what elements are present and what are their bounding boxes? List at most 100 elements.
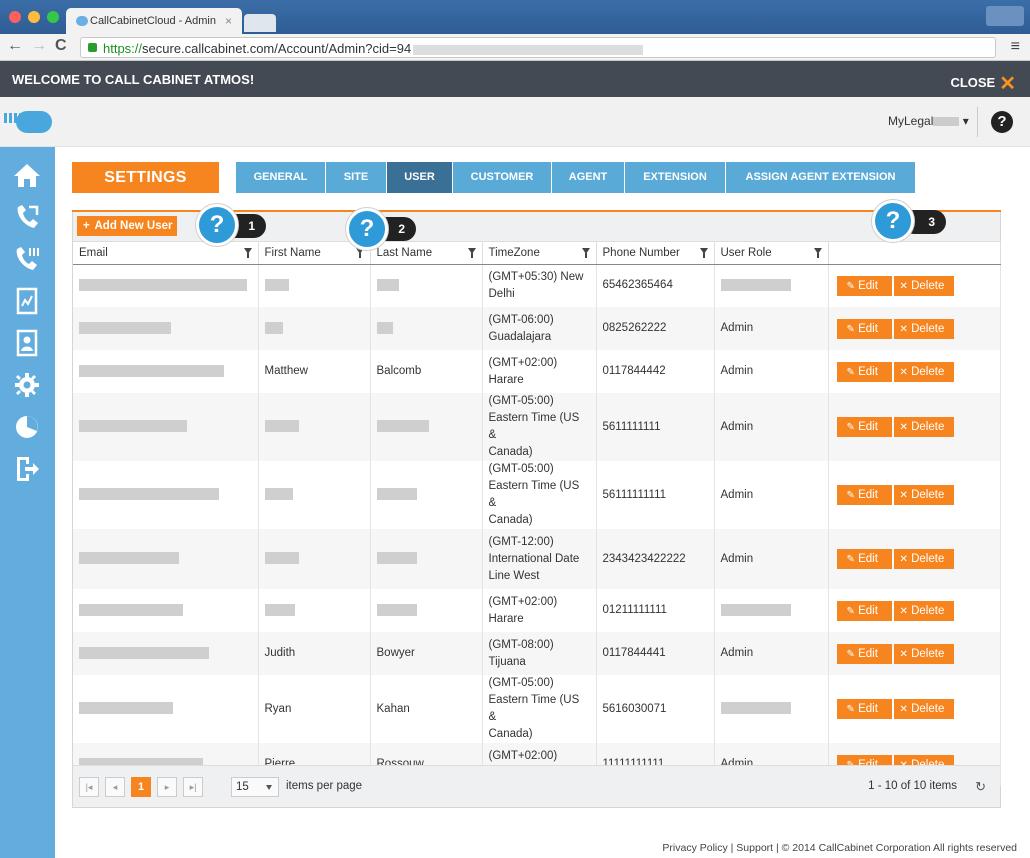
add-new-user-button[interactable]: + Add New User [77,216,177,236]
delete-button[interactable]: ✕ Delete [893,485,954,505]
current-page-button[interactable]: 1 [131,777,151,797]
redacted-role [720,603,791,616]
new-tab-button[interactable] [244,14,276,32]
redacted-last-name [376,603,417,616]
edit-button[interactable]: ✎ Edit [836,318,892,339]
callcabinet-logo[interactable] [4,107,56,135]
delete-button[interactable]: ✕ Delete [893,275,954,296]
prev-page-button[interactable]: ◂ [105,777,125,797]
col-timezone[interactable]: TimeZone [482,242,597,265]
tab-site[interactable]: SITE [326,162,387,193]
tab-user[interactable]: USER [387,162,453,193]
delete-button[interactable]: ✕ Delete [893,699,954,719]
cell-actions: ✎ Edit✕ Delete [828,307,1001,350]
col-timezone-label: TimeZone [488,246,540,259]
question-icon: ? [872,200,914,242]
edit-button[interactable]: ✎ Edit [836,699,892,719]
cell-phone: 01211111111 [596,589,715,632]
edit-button[interactable]: ✎ Edit [836,485,892,505]
reload-icon[interactable]: C [55,37,67,55]
tab-general[interactable]: GENERAL [236,162,326,193]
home-icon[interactable] [12,161,42,189]
edit-button[interactable]: ✎ Edit [836,600,892,621]
next-page-button[interactable]: ▸ [157,777,177,797]
tab-assign-agent-extension[interactable]: ASSIGN AGENT EXTENSION [726,162,916,193]
logout-icon[interactable] [12,455,42,483]
help-button[interactable]: ? [991,111,1013,133]
table-row[interactable]: (GMT-05:00) Eastern Time (US & Canada) 5611… [73,461,1001,529]
address-bar[interactable]: https://secure.callcabinet.com/Account/A… [80,37,996,58]
filter-icon[interactable] [243,248,252,258]
window-profile-button[interactable] [986,6,1024,26]
cell-first-name [258,529,371,589]
redacted-role [720,279,791,292]
back-arrow-icon[interactable]: ← [7,37,23,55]
browser-tab[interactable]: CallCabinetCloud - Admin × [66,8,242,34]
table-row[interactable]: (GMT-12:00) International Date Line West 23… [73,529,1001,589]
pencil-icon: ✎ [846,554,855,565]
refresh-icon[interactable]: ↻ [975,779,986,795]
browser-menu-icon[interactable]: ≡ [1011,38,1020,56]
tab-customer[interactable]: CUSTOMER [453,162,552,193]
table-row[interactable]: Judith Bowyer (GMT-08:00) Tijuana 0117844441… [73,632,1001,675]
filter-icon[interactable] [699,248,708,258]
close-icon: ✕ [899,422,908,433]
users-grid: + Add New User Email First Name Last Nam… [72,212,1001,808]
edit-label: Edit [858,604,878,617]
edit-button[interactable]: ✎ Edit [836,417,892,437]
last-page-button[interactable]: ▸| [183,777,203,797]
edit-label: Edit [858,365,878,378]
tab-agent[interactable]: AGENT [552,162,625,193]
delete-button[interactable]: ✕ Delete [893,361,954,382]
tab-extension[interactable]: EXTENSION [625,162,726,193]
cell-email [73,393,259,461]
table-row[interactable]: Matthew Balcomb (GMT+02:00) Harare 011784444… [73,350,1001,393]
chevron-down-icon: ▾ [962,114,969,128]
edit-button[interactable]: ✎ Edit [836,275,892,296]
user-menu[interactable]: MyLegal ▾ [888,114,969,128]
col-phone-label: Phone Number [602,246,680,259]
delete-button[interactable]: ✕ Delete [893,643,954,664]
phone-calls-icon[interactable] [12,245,42,273]
close-icon: ✕ [899,366,908,378]
close-window-button[interactable] [9,11,21,23]
table-row[interactable]: (GMT-06:00) Guadalajara 0825262222 Admin ✎ E… [73,307,1001,350]
table-row[interactable]: Ryan Kahan (GMT-05:00) Eastern Time (US & Ca… [73,675,1001,743]
filter-icon[interactable] [581,248,590,258]
delete-button[interactable]: ✕ Delete [893,318,954,339]
delete-button[interactable]: ✕ Delete [893,549,954,569]
cell-email [73,350,259,393]
contact-card-icon[interactable] [12,329,42,357]
table-row[interactable]: (GMT+02:00) Harare 01211111111 ✎ Edit ✕ Dele… [73,589,1001,632]
report-icon[interactable] [12,287,42,315]
edit-button[interactable]: ✎ Edit [836,643,892,664]
col-phone-number[interactable]: Phone Number [596,242,715,265]
redacted-last-name [376,279,399,292]
pie-chart-icon[interactable] [12,413,42,441]
filter-icon[interactable] [813,248,822,258]
col-email[interactable]: Email [73,242,259,265]
delete-button[interactable]: ✕ Delete [893,600,954,621]
phone-icon[interactable] [12,203,42,231]
edit-label: Edit [858,553,878,565]
zoom-window-button[interactable] [47,11,59,23]
col-user-role[interactable]: User Role [714,242,829,265]
minimize-window-button[interactable] [28,11,40,23]
forward-arrow-icon[interactable]: → [31,37,47,55]
redacted-email [79,552,179,565]
edit-button[interactable]: ✎ Edit [836,549,892,569]
edit-button[interactable]: ✎ Edit [836,361,892,382]
tab-close-icon[interactable]: × [225,14,232,28]
filter-icon[interactable] [467,248,476,258]
first-page-button[interactable]: |◂ [79,777,99,797]
col-last-name[interactable]: Last Name [370,242,483,265]
delete-button[interactable]: ✕ Delete [893,417,954,437]
delete-label: Delete [911,647,945,660]
table-row[interactable]: (GMT+05:30) New Delhi 65462365464 ✎ Edit ✕ D… [73,264,1001,307]
timezone-line: Eastern Time (US & [488,694,580,723]
timezone-line: Delhi [488,287,515,300]
page-size-select[interactable]: 15 [231,777,279,797]
banner-close-button[interactable]: CLOSE ✕ [950,71,1016,96]
table-row[interactable]: (GMT-05:00) Eastern Time (US & Canada) 5611… [73,393,1001,461]
settings-gear-icon[interactable] [12,371,42,399]
